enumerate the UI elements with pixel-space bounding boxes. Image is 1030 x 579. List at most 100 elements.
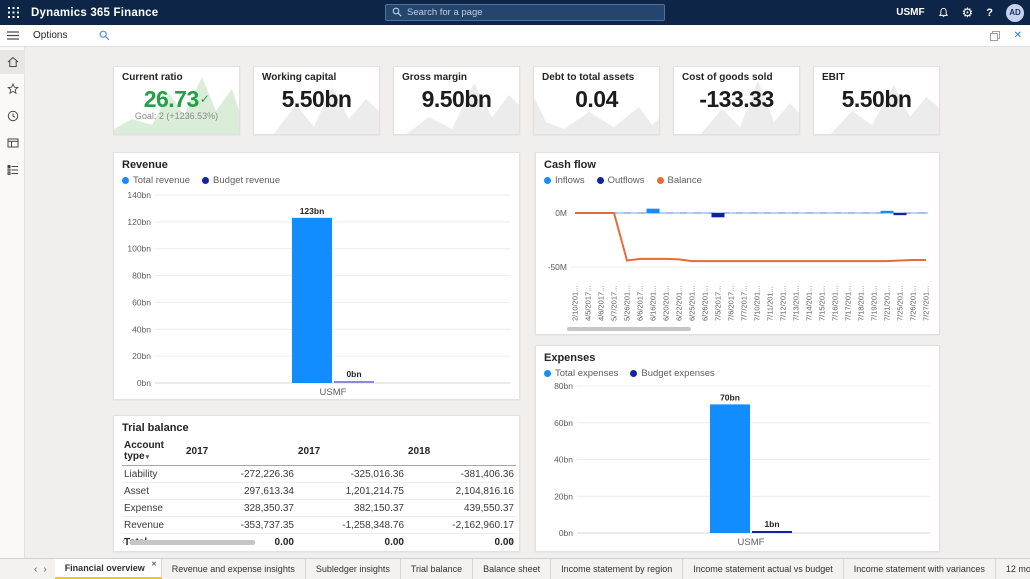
sidebar-item-recent[interactable]	[0, 104, 25, 128]
bar-budget-expenses[interactable]	[752, 531, 792, 533]
sidebar-item-favorites[interactable]	[0, 77, 25, 101]
legend-label: Budget expenses	[641, 368, 715, 379]
company-picker[interactable]: USMF	[896, 7, 924, 18]
kpi-value: 9.50bn	[421, 86, 492, 112]
table-cell-value: 2,104,816.16	[406, 482, 516, 500]
help-button[interactable]: ?	[986, 7, 993, 19]
avatar[interactable]: AD	[1006, 3, 1024, 22]
legend-dot-icon	[656, 177, 664, 184]
bar-total-expenses[interactable]	[710, 404, 750, 533]
options-button[interactable]: Options	[33, 30, 67, 41]
sidebar-item-workspaces[interactable]	[0, 131, 25, 155]
restore-window-icon[interactable]	[989, 30, 1000, 41]
tab-financial-overview[interactable]: Financial overview ✕	[54, 559, 162, 579]
tabs-scroll-left-icon[interactable]: ‹	[34, 564, 37, 575]
search-input[interactable]	[407, 7, 658, 18]
scroll-left-icon[interactable]: ‹	[122, 537, 125, 547]
bar-outflows[interactable]	[893, 213, 907, 216]
svg-text:140bn: 140bn	[127, 190, 151, 200]
table-header-cell[interactable]: 2017	[184, 438, 296, 466]
svg-text:0bn: 0bn	[137, 378, 151, 388]
kpi-title: Current ratio	[122, 72, 183, 83]
tab-income-statement-actual-vs-budget[interactable]: Income statement actual vs budget	[683, 559, 844, 579]
svg-text:1bn: 1bn	[764, 519, 779, 529]
cashflow-legend: Inflows Outflows Balance	[544, 175, 939, 186]
trial-balance-title: Trial balance	[122, 422, 189, 434]
balance-line[interactable]	[575, 212, 926, 263]
x-axis-label: 7/12/201...	[779, 286, 788, 321]
x-axis-label: 5/26/201...	[623, 286, 632, 321]
page-search[interactable]	[385, 4, 665, 21]
tab-label: Trial balance	[410, 564, 463, 574]
cashflow-scrollbar-thumb[interactable]	[567, 327, 691, 331]
x-axis-label: 7/14/201...	[805, 286, 814, 321]
topbar-actions: USMF ⚙ ? AD	[896, 0, 1024, 25]
kpi-value: 5.50bn	[281, 86, 352, 112]
tab-label: Subledger insights	[315, 564, 390, 574]
tab-12-month-trend-income-statement[interactable]: 12 month trend income statement	[996, 559, 1030, 579]
sidebar-item-home[interactable]	[0, 50, 25, 74]
close-page-icon[interactable]: ✕	[1014, 30, 1022, 41]
bar-outflows[interactable]	[711, 213, 725, 218]
legend-item[interactable]: Inflows	[544, 175, 585, 186]
x-axis-label: 7/13/201...	[792, 286, 801, 321]
app-root: Dynamics 365 Finance USMF ⚙ ? AD Options	[0, 0, 1030, 579]
kpi-tile-cost-of-goods-sold[interactable]: Cost of goods sold -133.33	[673, 66, 800, 135]
table-cell-value: 382,150.37	[296, 499, 406, 517]
tab-income-statement-by-region[interactable]: Income statement by region	[551, 559, 684, 579]
card-cashflow: Cash flow Inflows Outflows Balance 0M -50M 2…	[535, 152, 940, 335]
kpi-tile-ebit[interactable]: EBIT 5.50bn	[813, 66, 940, 135]
table-header-cell[interactable]: 2017	[296, 438, 406, 466]
svg-text:20bn: 20bn	[554, 491, 573, 501]
bar-total-revenue[interactable]	[292, 217, 332, 383]
bar-inflows[interactable]	[880, 210, 894, 213]
svg-text:70bn: 70bn	[720, 392, 740, 402]
notifications-button[interactable]	[938, 7, 949, 19]
table-cell-value: 1,201,214.75	[296, 482, 406, 500]
legend-item[interactable]: Total expenses	[544, 368, 618, 379]
table-row: Asset 297,613.34 1,201,214.75 2,104,816.16	[122, 482, 516, 500]
tab-close-icon[interactable]: ✕	[151, 560, 156, 568]
table-cell-value: -2,162,960.17	[406, 516, 516, 534]
toolbar-search-icon[interactable]	[99, 30, 110, 41]
x-axis-label: 2/10/201...	[571, 286, 580, 321]
tab-income-statement-with-variances[interactable]: Income statement with variances	[844, 559, 996, 579]
tab-balance-sheet[interactable]: Balance sheet	[473, 559, 552, 579]
legend-label: Inflows	[555, 175, 585, 186]
legend-item[interactable]: Balance	[656, 175, 702, 186]
legend-item[interactable]: Budget revenue	[202, 175, 280, 186]
legend-item[interactable]: Outflows	[596, 175, 645, 186]
scrollbar-thumb[interactable]	[130, 539, 256, 545]
kpi-tile-debt-to-total-assets[interactable]: Debt to total assets 0.04	[533, 66, 660, 135]
kpi-title: Cost of goods sold	[682, 72, 773, 83]
kpi-tile-gross-margin[interactable]: Gross margin 9.50bn	[393, 66, 520, 135]
x-axis-label: 7/19/201...	[870, 286, 879, 321]
scroll-right-icon[interactable]: ›	[510, 537, 513, 547]
table-header-cell[interactable]: 2018	[406, 438, 516, 466]
legend-item[interactable]: Total revenue	[122, 175, 190, 186]
x-axis-label: 6/6/2017...	[636, 286, 645, 321]
clock-icon	[7, 110, 18, 122]
sidebar-item-modules[interactable]	[0, 158, 25, 182]
x-axis-label: 7/16/201...	[831, 286, 840, 321]
legend-item[interactable]: Budget expenses	[630, 368, 715, 379]
table-header-cell[interactable]: Account type▾	[122, 438, 184, 466]
legend-dot-icon	[630, 370, 638, 377]
x-axis-label: 4/6/2017...	[597, 286, 606, 321]
tab-trial-balance[interactable]: Trial balance	[401, 559, 474, 579]
tab-subledger-insights[interactable]: Subledger insights	[306, 559, 401, 579]
waffle-icon[interactable]	[0, 7, 26, 18]
cashflow-chart: 0M -50M 2/10/201... 4/5/2017... 4/6/2017... 5…	[548, 208, 931, 331]
legend-label: Balance	[667, 175, 702, 186]
kpi-tile-working-capital[interactable]: Working capital 5.50bn	[253, 66, 380, 135]
hamburger-icon[interactable]	[0, 31, 26, 40]
tab-revenue-and-expense-insights[interactable]: Revenue and expense insights	[162, 559, 306, 579]
table-cell-value: -272,226.36	[184, 465, 296, 483]
svg-text:120bn: 120bn	[127, 217, 151, 227]
gear-icon[interactable]: ⚙	[962, 6, 974, 19]
tabs-scroll-right-icon[interactable]: ›	[43, 564, 46, 575]
expenses-legend: Total expenses Budget expenses	[544, 368, 939, 379]
kpi-tile-current-ratio[interactable]: Current ratio 26.73✓ Goal: 2 (+1236.53%)	[113, 66, 240, 135]
bar-budget-revenue[interactable]	[334, 381, 374, 383]
bar-inflows[interactable]	[646, 208, 660, 213]
